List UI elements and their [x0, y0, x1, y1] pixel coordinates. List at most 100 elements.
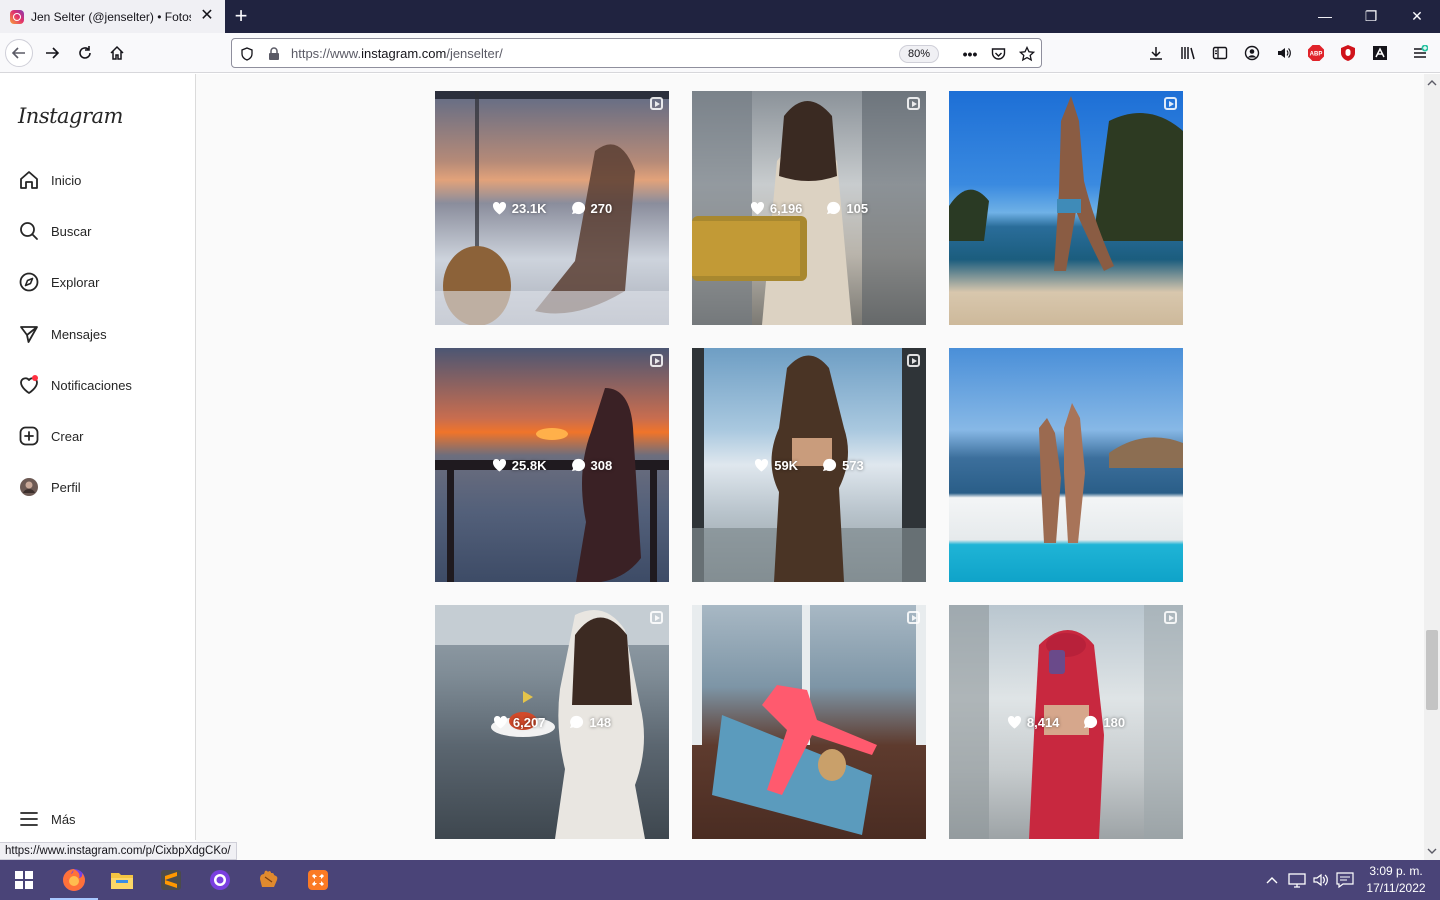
browser-tab[interactable]: Jen Selter (@jenselter) • Fotos y ✕ [0, 0, 225, 33]
taskbar-app-glove[interactable] [245, 860, 293, 900]
clock-date: 17/11/2022 [1366, 881, 1426, 895]
likes-count: 25.8K [492, 458, 547, 473]
search-icon [18, 220, 40, 242]
menu-icon [18, 808, 40, 830]
sidebar-item-explorar[interactable]: Explorar [18, 269, 99, 295]
vertical-scrollbar[interactable] [1424, 74, 1440, 860]
forward-button[interactable] [38, 39, 66, 67]
comment-icon [827, 201, 841, 215]
post-stats: 8,414 180 [949, 605, 1183, 839]
scroll-down-arrow-icon[interactable] [1424, 844, 1440, 858]
post-thumbnail[interactable]: 59K 573 [692, 348, 926, 582]
taskbar-sublime-text[interactable] [147, 860, 195, 900]
sidebar-item-mas[interactable]: Más [18, 806, 76, 832]
close-tab-icon[interactable]: ✕ [199, 8, 215, 24]
post-thumbnail[interactable]: 25.8K 308 [435, 348, 669, 582]
zoom-level-badge[interactable]: 80% [899, 45, 939, 63]
instagram-favicon-icon [10, 9, 24, 24]
restore-button[interactable]: ❐ [1348, 0, 1394, 33]
speaker-icon[interactable] [1274, 43, 1294, 63]
address-bar[interactable]: https://www.instagram.com/jenselter/ 80%… [231, 38, 1042, 68]
post-photo [692, 605, 926, 835]
page-actions-icon[interactable]: ••• [961, 45, 979, 63]
taskbar-xampp[interactable] [294, 860, 342, 900]
sidebar-item-label: Mensajes [51, 326, 107, 342]
pocket-icon[interactable] [989, 45, 1007, 63]
sidebar-item-mensajes[interactable]: Mensajes [18, 321, 107, 347]
bookmark-star-icon[interactable] [1018, 45, 1036, 63]
close-window-button[interactable]: ✕ [1394, 0, 1440, 33]
github-icon [210, 870, 230, 890]
back-button[interactable] [5, 39, 33, 67]
svg-text:ABP: ABP [1310, 52, 1323, 58]
taskbar-clock[interactable]: 3:09 p. m. 17/11/2022 [1356, 863, 1436, 897]
sidebar-toggle-icon[interactable] [1210, 43, 1230, 63]
extension-icon[interactable] [1370, 43, 1390, 63]
post-stats: 23.1K 270 [435, 91, 669, 325]
home-button[interactable] [103, 39, 131, 67]
likes-count: 6,207 [493, 715, 545, 730]
volume-icon[interactable] [1310, 860, 1332, 900]
downloads-icon[interactable] [1146, 43, 1166, 63]
post-thumbnail[interactable]: 6,196 105 [692, 91, 926, 325]
arrow-right-icon [46, 47, 60, 59]
comments-count: 105 [826, 201, 868, 216]
sidebar-item-label: Crear [51, 428, 84, 444]
comment-icon [571, 458, 585, 472]
taskbar-firefox[interactable] [50, 860, 98, 900]
sidebar-item-label: Buscar [51, 223, 92, 239]
compass-icon [18, 271, 40, 293]
post-photo [1039, 403, 1183, 543]
sidebar-item-crear[interactable]: Crear [18, 423, 84, 449]
post-thumbnail[interactable]: 6,207 148 [435, 605, 669, 839]
instagram-logo[interactable]: Instagram [18, 104, 123, 128]
post-stats: 25.8K 308 [435, 348, 669, 582]
heart-icon [18, 374, 40, 396]
post-thumbnail[interactable]: 23.1K 270 [435, 91, 669, 325]
comments-count: 573 [822, 458, 864, 473]
new-tab-button[interactable]: + [230, 5, 252, 27]
reel-icon [907, 611, 920, 624]
lock-icon[interactable] [265, 45, 283, 63]
taskbar-file-explorer[interactable] [98, 860, 146, 900]
taskbar-github-desktop[interactable] [196, 860, 244, 900]
post-photo [949, 96, 1183, 271]
notifications-center-icon[interactable] [1334, 860, 1356, 900]
comment-icon [571, 201, 585, 215]
heart-icon [493, 715, 507, 729]
network-icon[interactable] [1286, 860, 1308, 900]
arrow-left-icon [11, 47, 25, 59]
tab-title: Jen Selter (@jenselter) • Fotos y [31, 9, 191, 24]
scrollbar-thumb[interactable] [1426, 630, 1438, 710]
tray-overflow-chevron-icon[interactable] [1262, 860, 1282, 900]
minimize-button[interactable]: — [1302, 0, 1348, 33]
likes-count: 59K [754, 458, 798, 473]
library-icon[interactable] [1178, 43, 1198, 63]
ublock-icon[interactable] [1338, 43, 1358, 63]
post-thumbnail[interactable] [949, 91, 1183, 325]
adblock-plus-icon[interactable]: ABP [1306, 43, 1326, 63]
url-text[interactable]: https://www.instagram.com/jenselter/ [291, 46, 503, 61]
comments-count: 308 [571, 458, 612, 473]
sidebar-item-label: Notificaciones [51, 377, 132, 393]
reload-icon [79, 46, 91, 59]
comment-icon [1084, 715, 1098, 729]
reload-button[interactable] [71, 39, 99, 67]
scroll-up-arrow-icon[interactable] [1424, 76, 1440, 90]
start-button[interactable] [0, 860, 48, 900]
comments-count: 148 [569, 715, 611, 730]
heart-icon [755, 458, 769, 472]
sidebar-item-notificaciones[interactable]: Notificaciones [18, 372, 132, 398]
sidebar-item-perfil[interactable]: Perfil [18, 474, 81, 500]
post-thumbnail[interactable] [692, 605, 926, 839]
post-thumbnail[interactable] [949, 348, 1183, 582]
post-thumbnail[interactable]: 8,414 180 [949, 605, 1183, 839]
menu-hamburger-icon[interactable] [1410, 43, 1430, 63]
tracking-shield-icon[interactable] [238, 45, 256, 63]
home-icon [110, 45, 124, 60]
likes-count: 8,414 [1007, 715, 1059, 730]
sidebar-item-inicio[interactable]: Inicio [18, 167, 81, 193]
account-icon[interactable] [1242, 43, 1262, 63]
windows-logo-icon [15, 871, 33, 889]
sidebar-item-buscar[interactable]: Buscar [18, 218, 91, 244]
